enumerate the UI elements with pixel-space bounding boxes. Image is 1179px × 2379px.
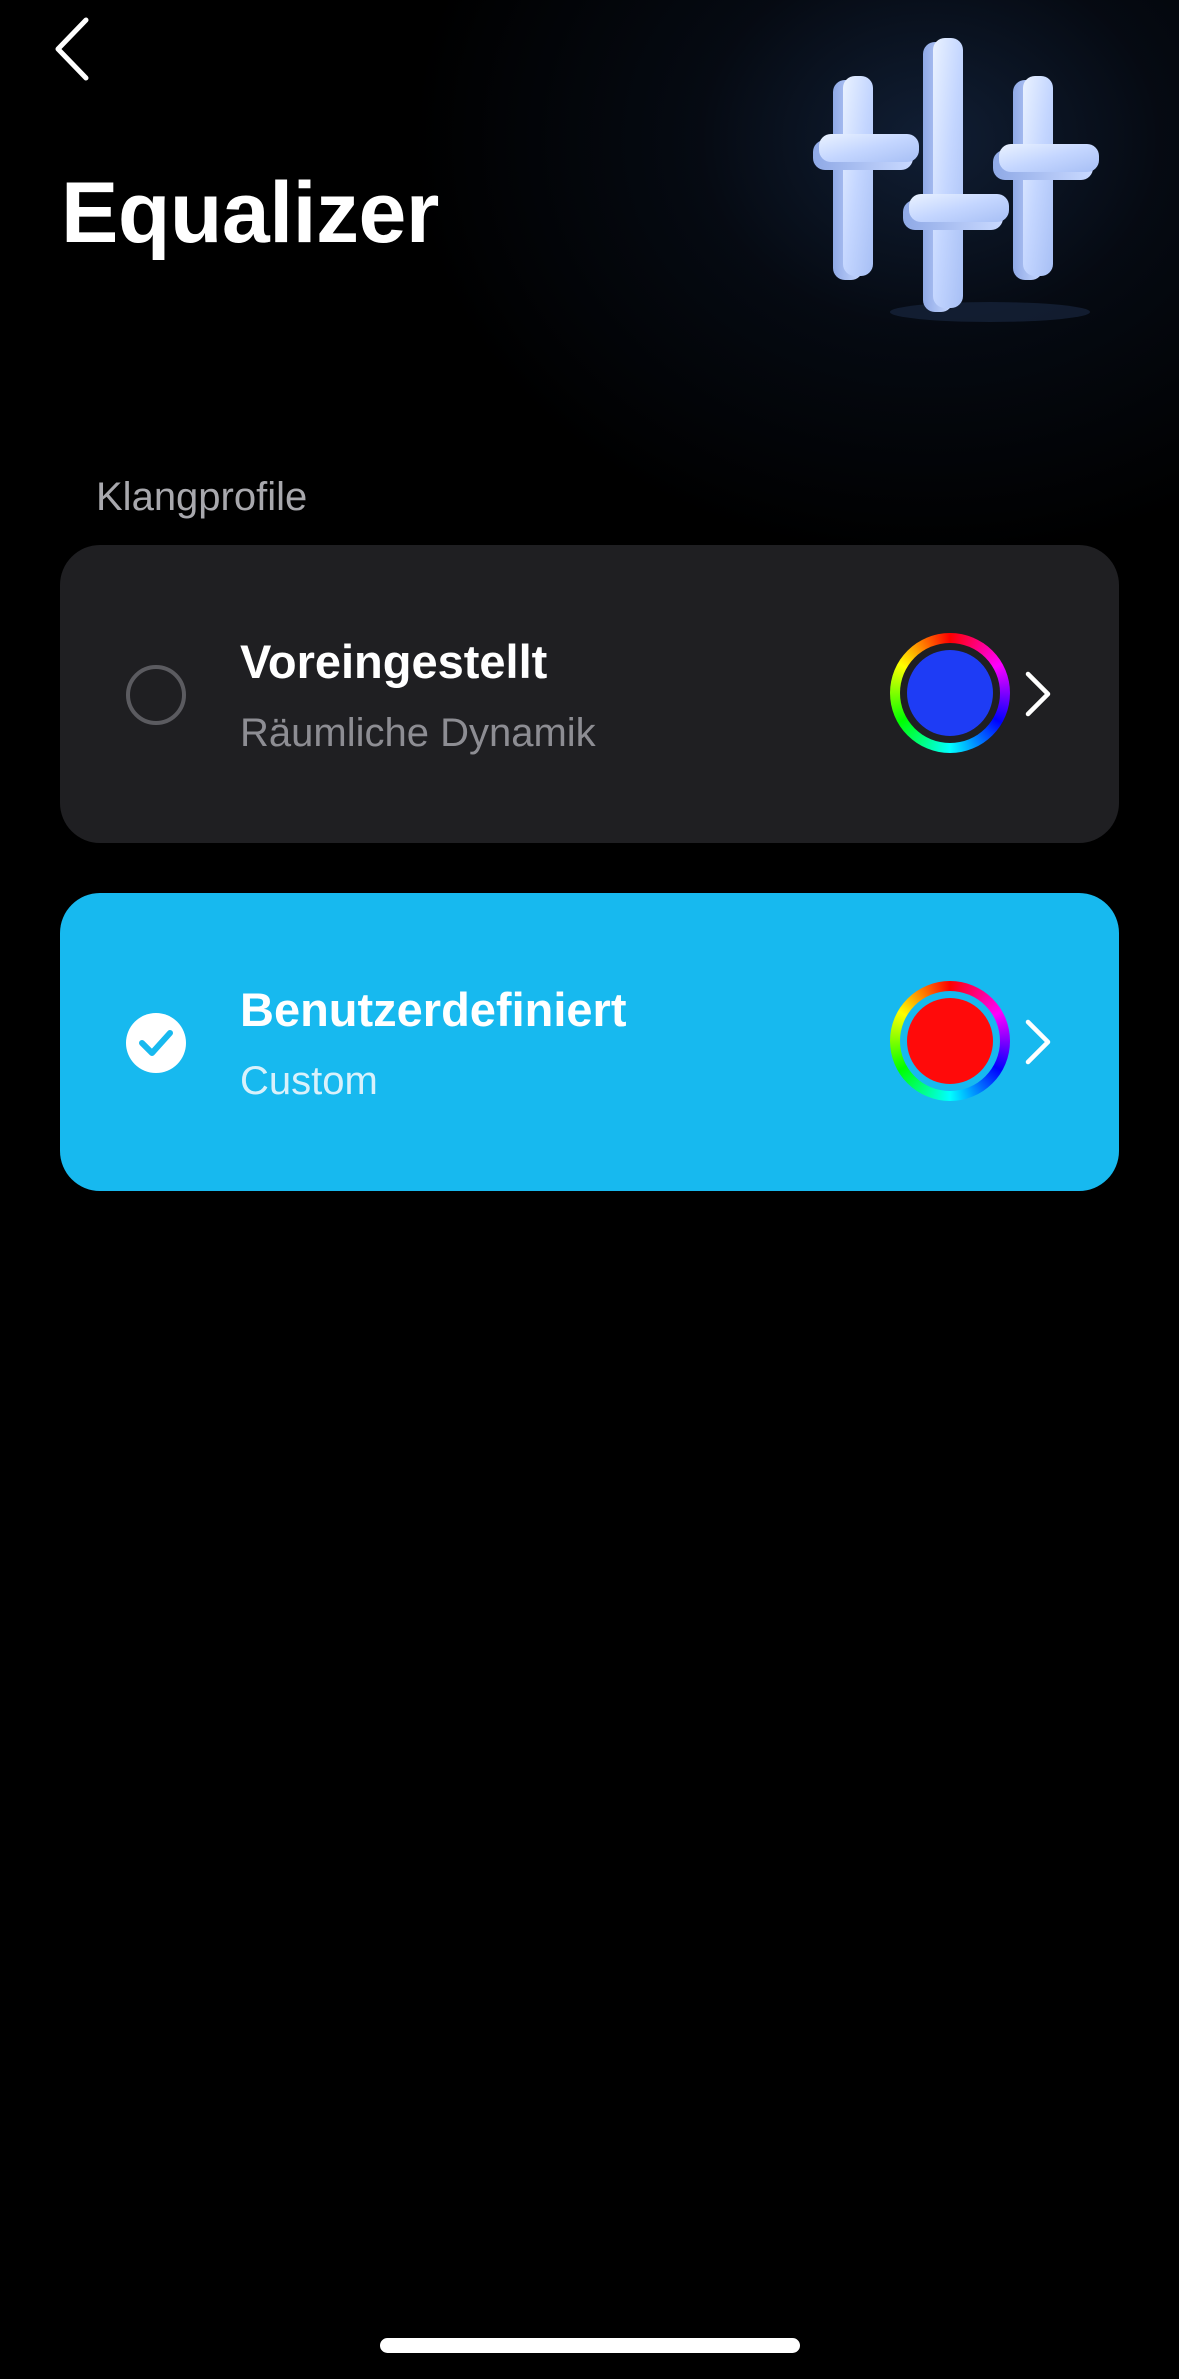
radio-button-selected[interactable] [126, 1013, 186, 1073]
profile-subtitle: Custom [240, 1059, 378, 1103]
color-swatch [907, 650, 993, 736]
color-ring-gap [900, 991, 1000, 1091]
profile-subtitle: Räumliche Dynamik [240, 711, 596, 755]
color-picker-button[interactable] [890, 981, 1010, 1101]
back-button[interactable] [44, 14, 100, 84]
chevron-right-icon[interactable] [1020, 1018, 1056, 1066]
section-label: Klangprofile [96, 475, 308, 519]
checkmark-icon [139, 1030, 173, 1056]
profile-title: Voreingestellt [240, 635, 548, 688]
color-picker-button[interactable] [890, 633, 1010, 753]
home-indicator[interactable] [380, 2338, 800, 2353]
chevron-right-icon[interactable] [1020, 670, 1056, 718]
color-swatch [907, 998, 993, 1084]
equalizer-sliders-icon [813, 38, 1099, 322]
profile-title: Benutzerdefiniert [240, 983, 627, 1036]
chevron-left-icon [55, 17, 89, 81]
profile-card-preset[interactable]: Voreingestellt Räumliche Dynamik [60, 545, 1119, 843]
color-ring-gap [900, 643, 1000, 743]
radio-button-unselected[interactable] [126, 665, 186, 725]
profile-card-custom[interactable]: Benutzerdefiniert Custom [60, 893, 1119, 1191]
page-title: Equalizer [61, 165, 439, 261]
equalizer-screen: Equalizer Klangprofile Voreingestellt Rä… [0, 0, 1179, 2379]
